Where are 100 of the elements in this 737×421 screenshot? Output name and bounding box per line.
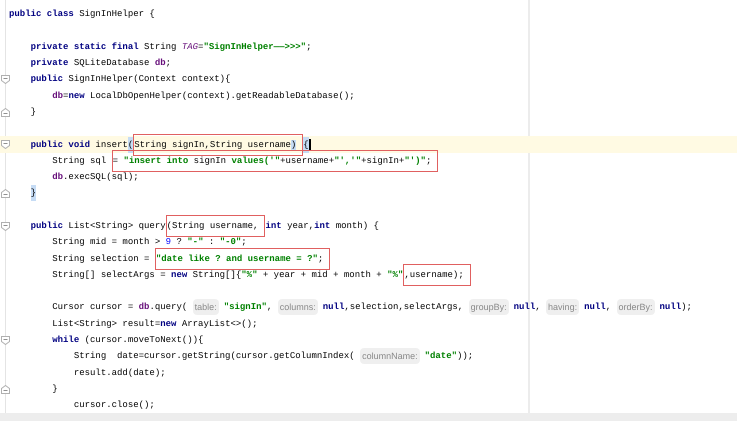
code-text: "date like ? and username = ?": [156, 254, 318, 264]
horizontal-scrollbar[interactable]: [0, 413, 737, 421]
code-text: db: [52, 171, 64, 184]
parameter-hint: orderBy:: [616, 299, 655, 316]
code-text: ;: [306, 40, 312, 54]
code-text: null: [584, 301, 606, 314]
code-text: int: [265, 220, 283, 234]
code-text: SignInHelper(Context context){: [68, 73, 230, 86]
parameter-hint: having:: [546, 299, 580, 316]
code-text: new: [171, 268, 188, 282]
code-text: }: [30, 185, 36, 202]
code-text: "insert into: [123, 156, 190, 166]
code-text: String sql: [52, 154, 108, 168]
code-text: new: [160, 318, 178, 331]
code-text: signIn: [194, 156, 228, 166]
code-text: + year + mid + month +: [262, 268, 383, 282]
code-text: List<String> query: [68, 220, 166, 234]
code-text: "-": [187, 236, 204, 250]
code-text: null: [514, 301, 536, 314]
code-text: cursor.close();: [74, 399, 155, 412]
code-text: ?: [176, 236, 183, 250]
code-text: "')": [404, 156, 426, 166]
code-text: (: [128, 136, 134, 153]
code-text: values('": [231, 156, 280, 166]
code-text: ,: [606, 301, 612, 314]
code-text: private: [30, 57, 70, 70]
code-text: String[]{: [192, 268, 242, 282]
code-text: "-0": [220, 236, 242, 250]
fold-marker-icon[interactable]: [1, 222, 10, 231]
code-text: ;: [426, 156, 432, 166]
code-text: =: [63, 90, 68, 103]
code-text: public: [30, 220, 64, 234]
parameter-hint: table:: [192, 299, 219, 316]
code-text: }: [30, 106, 36, 119]
code-text: ,: [535, 301, 542, 314]
code-text: }: [52, 382, 58, 396]
code-text: String mid = month >: [52, 236, 162, 250]
code-text: ;: [241, 236, 247, 250]
code-text: public: [30, 73, 64, 86]
fold-marker-icon[interactable]: [1, 75, 10, 84]
code-text: db: [154, 57, 166, 70]
code-text: int: [314, 220, 332, 234]
code-text: String selection =: [52, 252, 150, 266]
code-text: SQLiteDatabase: [74, 57, 150, 70]
parameter-hint: groupBy:: [468, 299, 509, 316]
code-text: ;: [318, 254, 324, 264]
code-text: "%": [241, 268, 258, 282]
code-text: db: [52, 90, 64, 103]
code-text: while: [52, 334, 80, 348]
code-text: .execSQL(sql);: [63, 171, 139, 184]
parameter-hint: columnName:: [360, 348, 420, 364]
code-text: public class: [9, 8, 75, 22]
code-text: .query(: [149, 301, 188, 314]
code-text: String: [144, 40, 178, 54]
code-text: Cursor cursor =: [52, 301, 134, 314]
code-text: {: [303, 136, 309, 153]
fold-marker-icon[interactable]: [1, 108, 10, 117]
code-text: List<String> result=: [52, 318, 160, 331]
code-text: insert: [95, 138, 128, 152]
code-text: (cursor.moveToNext()){: [84, 334, 204, 348]
code-text: String date=cursor.getString(cursor.getColumnIndex(: [74, 350, 356, 364]
code-text: public void: [30, 138, 92, 152]
code-text: +signIn+: [361, 156, 404, 166]
code-text: ,: [266, 301, 274, 314]
fold-marker-icon[interactable]: [1, 336, 10, 345]
fold-marker-icon[interactable]: [1, 189, 10, 198]
code-text: month) {: [336, 220, 379, 234]
fold-marker-icon[interactable]: [1, 384, 10, 394]
code-text: 9: [166, 236, 172, 250]
code-text: private static final: [30, 40, 140, 54]
code-text: "','": [334, 156, 362, 166]
code-text: "SignInHelper——>>>": [203, 40, 306, 54]
code-text: ));: [457, 350, 474, 364]
code-text: ): [290, 140, 296, 150]
code-text: ,selection,selectArgs,: [344, 301, 464, 314]
code-text: "%": [387, 268, 404, 282]
code-text: result.add(date);: [74, 366, 166, 380]
code-text: db: [138, 301, 150, 314]
code-text: TAG: [182, 40, 198, 54]
code-text: null: [322, 301, 344, 314]
code-text: new: [68, 90, 86, 103]
code-text: ,username);: [404, 270, 464, 280]
code-text: ;: [166, 57, 172, 70]
code-text: SignInHelper {: [79, 8, 155, 22]
code-text: String signIn,String username: [134, 140, 291, 150]
code-text: "date": [424, 350, 457, 364]
code-text: +username+: [280, 156, 334, 166]
code-text: ArrayList<>();: [182, 318, 258, 331]
code-text: "signIn": [224, 301, 267, 314]
code-text: String[] selectArgs =: [52, 268, 167, 282]
code-text: null: [660, 301, 682, 314]
code-text: :: [208, 236, 216, 250]
code-text: year,: [287, 220, 314, 234]
parameter-hint: columns:: [278, 299, 318, 316]
code-text: =: [198, 40, 204, 54]
code-text: LocalDbOpenHelper(context).getReadableDatabase();: [90, 90, 355, 103]
fold-marker-icon[interactable]: [1, 140, 10, 150]
code-text: (String username,: [166, 221, 258, 232]
code-text: );: [681, 301, 692, 314]
code-text: =: [112, 156, 120, 166]
